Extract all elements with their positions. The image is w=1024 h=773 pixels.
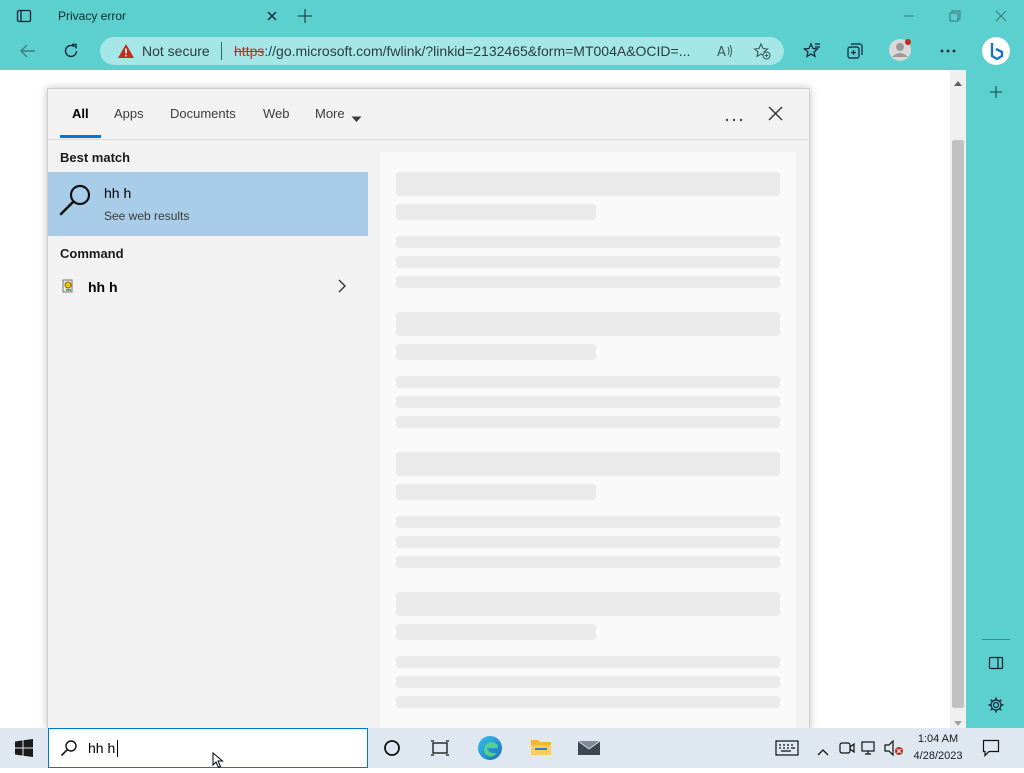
collections-icon[interactable]	[842, 38, 868, 64]
action-center-icon[interactable]	[982, 739, 1000, 762]
volume-muted-icon[interactable]	[884, 739, 904, 761]
url-rest: ://go.microsoft.com/fwlink/?linkid=21324…	[264, 43, 691, 59]
scrollbar-thumb[interactable]	[952, 140, 964, 708]
loading-placeholder	[396, 172, 780, 196]
add-favorite-icon[interactable]	[749, 38, 775, 64]
tab-web[interactable]: Web	[263, 106, 290, 121]
edge-app-icon[interactable]	[477, 735, 503, 766]
loading-placeholder	[396, 536, 780, 548]
profile-avatar[interactable]	[887, 37, 913, 63]
command-heading: Command	[60, 246, 124, 261]
settings-gear-icon[interactable]	[983, 692, 1009, 718]
text-caret	[117, 740, 118, 757]
best-match-title: hh h	[104, 185, 132, 201]
loading-placeholder	[396, 416, 780, 428]
file-explorer-icon[interactable]	[530, 737, 552, 762]
network-icon[interactable]	[861, 740, 879, 761]
refresh-icon[interactable]	[58, 38, 84, 64]
favorites-icon[interactable]	[799, 38, 825, 64]
start-windows-icon[interactable]	[15, 739, 33, 762]
more-menu-icon[interactable]	[935, 38, 961, 64]
taskbar-search-input[interactable]: hh h	[88, 740, 115, 756]
loading-placeholder	[396, 344, 596, 360]
sidebar-divider	[982, 639, 1010, 640]
loading-placeholder	[396, 312, 780, 336]
mouse-cursor-icon	[212, 751, 226, 773]
sidebar	[966, 70, 1024, 728]
mail-app-icon[interactable]	[577, 738, 601, 761]
url-text[interactable]: https://go.microsoft.com/fwlink/?linkid=…	[234, 43, 704, 59]
close-search-icon[interactable]	[768, 106, 783, 126]
show-hidden-icons-chevron-icon[interactable]	[817, 743, 829, 761]
cortana-icon[interactable]	[383, 739, 401, 762]
bing-copilot-icon[interactable]	[981, 36, 1011, 66]
meet-now-icon[interactable]	[839, 740, 855, 761]
tab-title: Privacy error	[58, 9, 127, 23]
loading-placeholder	[396, 696, 780, 708]
loading-placeholder	[396, 676, 780, 688]
loading-placeholder	[396, 592, 780, 616]
loading-placeholder	[396, 396, 780, 408]
tab-documents[interactable]: Documents	[170, 106, 236, 121]
task-view-icon[interactable]	[430, 739, 450, 762]
loading-placeholder	[396, 656, 780, 668]
close-window-button[interactable]	[978, 0, 1024, 32]
loading-placeholder	[396, 624, 596, 640]
loading-placeholder	[396, 452, 780, 476]
clock-date[interactable]: 4/28/2023	[907, 750, 969, 762]
tabs-divider	[48, 139, 808, 140]
chevron-right-icon[interactable]	[338, 279, 346, 298]
tab-actions-icon[interactable]	[11, 3, 37, 29]
loading-placeholder	[396, 556, 780, 568]
options-ellipsis-icon[interactable]	[725, 110, 743, 128]
command-item-label: hh h	[88, 279, 118, 295]
loading-placeholder	[396, 376, 780, 388]
read-aloud-icon[interactable]: A	[712, 38, 738, 64]
loading-placeholder	[396, 204, 596, 220]
address-divider	[221, 42, 222, 60]
close-tab-icon[interactable]	[259, 3, 285, 29]
restore-button[interactable]	[932, 0, 978, 32]
sidebar-toggle-icon[interactable]	[983, 650, 1009, 676]
back-icon[interactable]	[15, 38, 41, 64]
svg-text:A: A	[717, 45, 726, 59]
sidebar-add-icon[interactable]	[983, 79, 1009, 105]
clock-time[interactable]: 1:04 AM	[907, 733, 969, 745]
search-icon	[60, 739, 78, 762]
loading-placeholder	[396, 276, 780, 288]
scroll-up-arrow-icon[interactable]	[953, 74, 963, 92]
new-tab-icon[interactable]	[292, 3, 318, 29]
loading-placeholder	[396, 484, 596, 500]
tab-all[interactable]: All	[72, 106, 89, 121]
chevron-down-icon[interactable]	[351, 110, 362, 128]
security-label[interactable]: Not secure	[142, 43, 210, 59]
command-run-icon	[61, 278, 75, 299]
loading-placeholder	[396, 516, 780, 528]
tab-apps[interactable]: Apps	[114, 106, 144, 121]
best-match-heading: Best match	[60, 150, 131, 165]
loading-placeholder	[396, 236, 780, 248]
web-search-icon	[58, 182, 94, 223]
best-match-item[interactable]	[48, 172, 368, 236]
best-match-subtitle: See web results	[104, 209, 190, 223]
keyboard-icon[interactable]	[775, 740, 799, 761]
tab-more[interactable]: More	[315, 106, 345, 121]
warning-icon[interactable]	[113, 38, 139, 64]
active-tab-indicator	[60, 135, 101, 138]
url-scheme: https	[234, 43, 265, 59]
minimize-button[interactable]	[886, 0, 932, 32]
loading-placeholder	[396, 256, 780, 268]
